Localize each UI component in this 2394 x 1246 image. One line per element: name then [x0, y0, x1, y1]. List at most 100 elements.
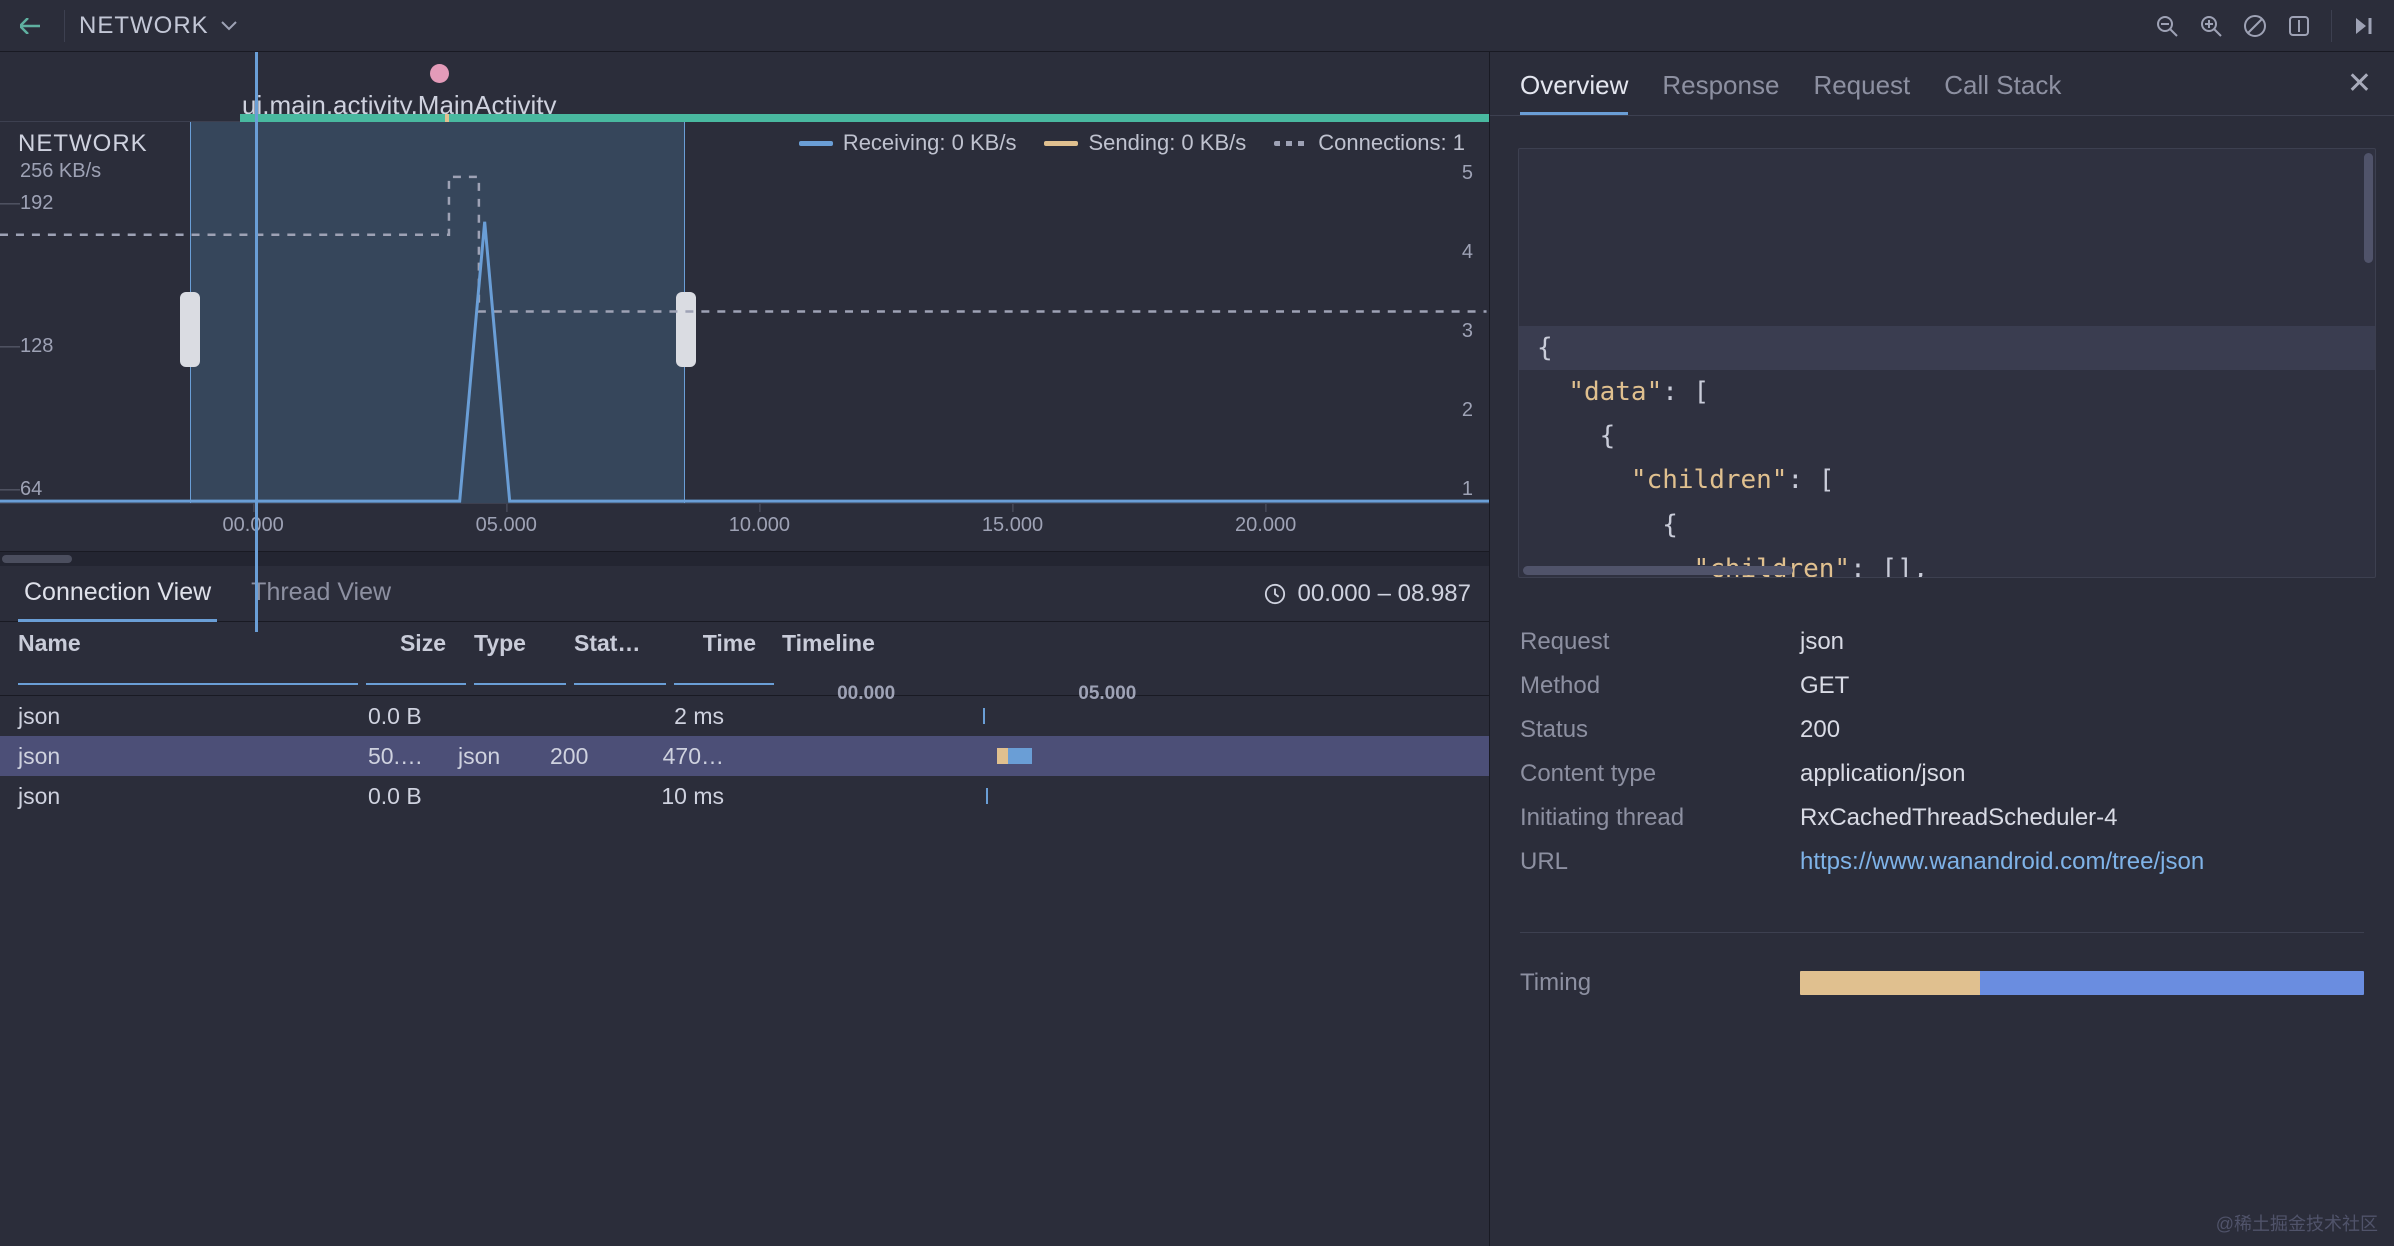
kv-row: Content typeapplication/json	[1520, 752, 2364, 796]
overview-scrollbar[interactable]	[0, 552, 1489, 566]
request-info: RequestjsonMethodGETStatus200Content typ…	[1490, 596, 2394, 908]
timing-recv-segment	[1980, 971, 2364, 995]
cell-timeline	[742, 746, 1471, 766]
go-live-icon[interactable]	[2344, 6, 2384, 46]
tab-overview[interactable]: Overview	[1520, 70, 1628, 115]
detail-tabs: Overview Response Request Call Stack ✕	[1490, 52, 2394, 116]
timing-send-segment	[1800, 971, 1980, 995]
tab-thread-view[interactable]: Thread View	[245, 566, 397, 622]
column-name[interactable]: Name	[18, 630, 358, 685]
detail-pane: Overview Response Request Call Stack ✕ {…	[1490, 52, 2394, 1246]
tab-connection-view[interactable]: Connection View	[18, 566, 217, 622]
timing-row: Timing	[1490, 957, 2394, 1009]
timeline-marker	[986, 788, 988, 804]
kv-value: application/json	[1800, 760, 1965, 788]
activity-bar-gap	[445, 114, 449, 122]
close-icon[interactable]: ✕	[2347, 66, 2372, 101]
cell-size: 0.0 B	[358, 783, 458, 810]
kv-row: URLhttps://www.wanandroid.com/tree/json	[1520, 840, 2364, 884]
cell-time: 2 ms	[642, 703, 742, 730]
column-time[interactable]: Time	[674, 630, 774, 685]
x-tick: 15.000	[982, 514, 1043, 537]
bar-send	[997, 748, 1008, 764]
timing-label: Timing	[1520, 969, 1800, 997]
separator	[2331, 10, 2332, 42]
timeline-tick: 05.000	[1078, 683, 1136, 705]
separator	[64, 10, 65, 42]
kv-value: 200	[1800, 716, 1840, 744]
watermark: @稀土掘金技术社区	[2216, 1210, 2378, 1236]
json-line: {	[1519, 326, 2375, 370]
kv-value: GET	[1800, 672, 1849, 700]
cell-name: json	[18, 703, 358, 730]
cell-status: 200	[550, 743, 642, 770]
y-ticks-left: 192 128 64	[24, 192, 53, 501]
y-ticks-right: 5 4 3 2 1	[1462, 162, 1473, 501]
json-viewer[interactable]: { "data": [ { "children": [ { "children"…	[1518, 148, 2376, 578]
activity-bar	[240, 114, 1489, 122]
selection-handle-right[interactable]	[676, 292, 696, 367]
kv-value: RxCachedThreadScheduler-4	[1800, 804, 2118, 832]
kv-key: Content type	[1520, 760, 1800, 788]
top-toolbar: NETWORK	[0, 0, 2394, 52]
x-axis: 00.000 05.000 10.000 15.000 20.000	[0, 503, 1489, 551]
json-line: "data": [	[1519, 370, 2375, 414]
clock-icon	[1264, 583, 1286, 605]
event-marker-icon	[430, 64, 449, 83]
table-row[interactable]: json0.0 B 2 ms	[0, 696, 1489, 736]
x-tick: 05.000	[476, 514, 537, 537]
tab-callstack[interactable]: Call Stack	[1944, 70, 2061, 115]
column-type[interactable]: Type	[474, 630, 566, 685]
x-tick: 10.000	[729, 514, 790, 537]
column-status[interactable]: Stat…	[574, 630, 666, 685]
table-header: Name Size Type Stat… Time Timeline 00.00…	[0, 622, 1489, 696]
x-tick: 00.000	[223, 514, 284, 537]
cell-type: json	[458, 743, 550, 770]
selection-handle-left[interactable]	[180, 292, 200, 367]
kv-row: Status200	[1520, 708, 2364, 752]
requests-table: Name Size Type Stat… Time Timeline 00.00…	[0, 622, 1489, 1246]
x-tick: 20.000	[1235, 514, 1296, 537]
y-scale-label: 256 KB/s	[20, 160, 101, 183]
column-timeline[interactable]: Timeline 00.00005.000	[782, 630, 1471, 685]
zoom-in-icon[interactable]	[2191, 6, 2231, 46]
kv-key: Request	[1520, 628, 1800, 656]
json-line: {	[1519, 414, 2375, 458]
cell-name: json	[18, 783, 358, 810]
activity-strip: ui.main.activity.MainActivity	[0, 52, 1489, 122]
kv-row: MethodGET	[1520, 664, 2364, 708]
cell-timeline	[742, 786, 1471, 806]
profiler-selector[interactable]: NETWORK	[79, 12, 237, 40]
kv-row: Requestjson	[1520, 620, 2364, 664]
left-pane: ui.main.activity.MainActivity NETWORK Re…	[0, 52, 1490, 1246]
chart-title: NETWORK	[18, 130, 148, 158]
cell-size: 0.0 B	[358, 703, 458, 730]
zoom-out-icon[interactable]	[2147, 6, 2187, 46]
table-row[interactable]: json0.0 B 10 ms	[0, 776, 1489, 816]
bar-recv	[1008, 748, 1033, 764]
back-icon[interactable]	[10, 6, 50, 46]
cell-time: 470…	[642, 743, 742, 770]
network-chart[interactable]: NETWORK Receiving: 0 KB/s Sending: 0 KB/…	[0, 122, 1489, 552]
profiler-title: NETWORK	[79, 12, 209, 40]
kv-row: Initiating threadRxCachedThreadScheduler…	[1520, 796, 2364, 840]
scrollbar-thumb[interactable]	[2, 555, 72, 563]
tab-request[interactable]: Request	[1813, 70, 1910, 115]
table-row[interactable]: json50.…json200470…	[0, 736, 1489, 776]
kv-key: Status	[1520, 716, 1800, 744]
cell-time: 10 ms	[642, 783, 742, 810]
timeline-tick: 00.000	[837, 683, 895, 705]
scrollbar-vertical[interactable]	[2364, 153, 2373, 263]
zoom-selection-icon[interactable]	[2279, 6, 2319, 46]
json-line: "children": [	[1519, 458, 2375, 502]
time-range: 00.000 – 08.987	[1264, 580, 1472, 608]
reset-zoom-icon[interactable]	[2235, 6, 2275, 46]
tab-response[interactable]: Response	[1662, 70, 1779, 115]
scrollbar-horizontal[interactable]	[1523, 566, 1793, 575]
json-line: {	[1519, 503, 2375, 547]
column-size[interactable]: Size	[366, 630, 466, 685]
selection-overlay[interactable]	[190, 122, 685, 503]
kv-key: Method	[1520, 672, 1800, 700]
timing-bar	[1800, 971, 2364, 995]
kv-value[interactable]: https://www.wanandroid.com/tree/json	[1800, 848, 2204, 876]
